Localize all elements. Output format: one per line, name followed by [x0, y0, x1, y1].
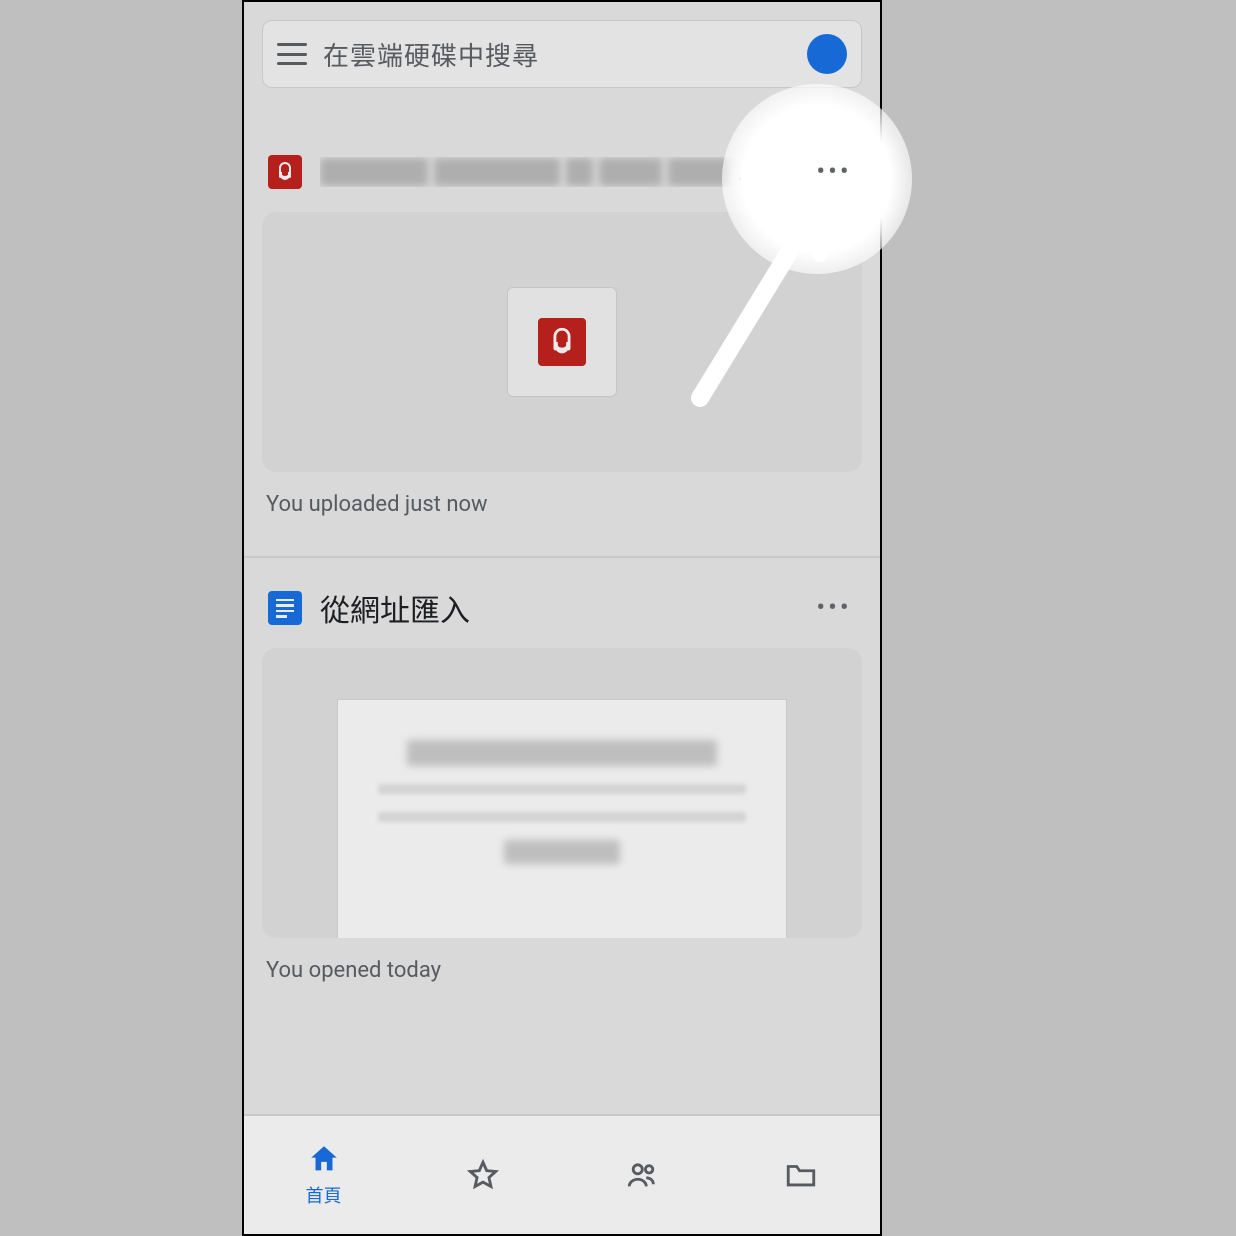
nav-shared[interactable]	[562, 1116, 721, 1234]
file-name-2: 從網址匯入	[320, 586, 794, 630]
bottom-navigation: 首頁	[244, 1114, 880, 1234]
star-icon	[466, 1158, 500, 1192]
preview-tile	[507, 287, 617, 397]
audio-file-icon	[538, 318, 586, 366]
search-placeholder: 在雲端硬碟中搜尋	[323, 36, 791, 73]
document-page-preview	[337, 699, 787, 938]
file-preview-2[interactable]	[262, 648, 862, 938]
file-card-1[interactable]: .midi ••• You uploaded just now	[262, 140, 862, 529]
folder-icon	[784, 1158, 818, 1192]
avatar[interactable]	[807, 34, 847, 74]
file-name-suffix: .midi	[737, 157, 794, 187]
phone-frame: 在雲端硬碟中搜尋 .midi ••• You	[242, 0, 882, 1236]
more-options-button-1[interactable]: •••	[812, 150, 856, 194]
file-name-1: .midi	[320, 157, 794, 187]
divider	[244, 556, 880, 558]
menu-icon[interactable]	[277, 43, 307, 65]
nav-home-label: 首頁	[306, 1182, 342, 1208]
file-header-1: .midi •••	[262, 140, 862, 212]
nav-starred[interactable]	[403, 1116, 562, 1234]
audio-file-icon	[268, 155, 302, 189]
file-caption-1: You uploaded just now	[262, 472, 862, 529]
nav-home[interactable]: 首頁	[244, 1116, 403, 1234]
file-preview-1[interactable]	[262, 212, 862, 472]
file-card-2[interactable]: 從網址匯入 ••• You opened today	[262, 576, 862, 995]
more-options-button-2[interactable]: •••	[812, 586, 856, 630]
nav-files[interactable]	[721, 1116, 880, 1234]
people-icon	[625, 1158, 659, 1192]
home-icon	[307, 1142, 341, 1176]
file-header-2: 從網址匯入 •••	[262, 576, 862, 648]
document-file-icon	[268, 591, 302, 625]
search-bar[interactable]: 在雲端硬碟中搜尋	[262, 20, 862, 88]
file-caption-2: You opened today	[262, 938, 862, 995]
